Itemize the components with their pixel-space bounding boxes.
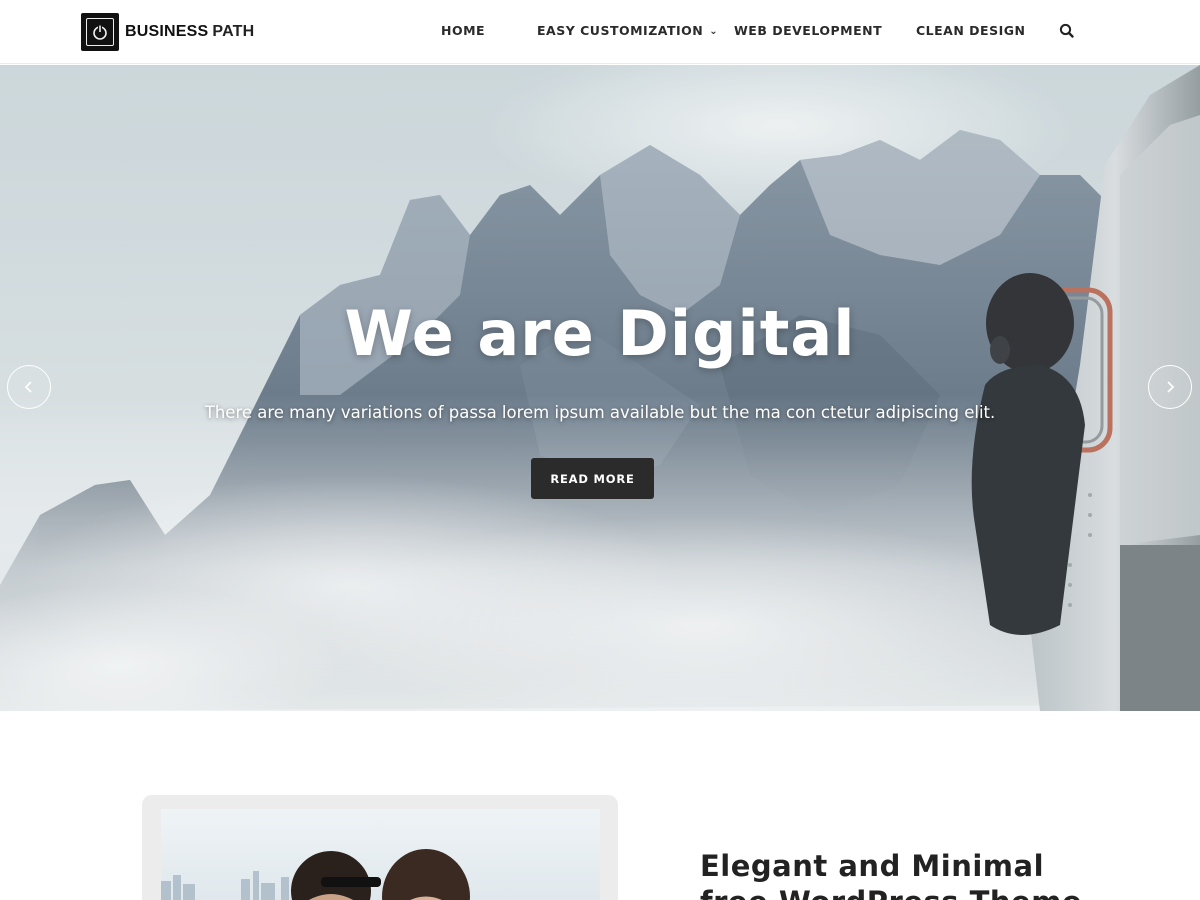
nav-item-easy-customization[interactable]: EASY CUSTOMIZATION ⌄ (537, 23, 718, 38)
feature-image (161, 809, 600, 900)
hero-slider: We are Digital There are many variations… (0, 65, 1200, 711)
chevron-right-icon (1167, 381, 1175, 393)
hero-subtitle: There are many variations of passa lorem… (204, 403, 996, 422)
slider-next-button[interactable] (1148, 365, 1192, 409)
brand-name-rest: PATH (212, 23, 255, 40)
hero-background-image (0, 65, 1200, 711)
nav-item-label: EASY CUSTOMIZATION (537, 23, 704, 38)
chevron-down-icon: ⌄ (709, 26, 719, 37)
hero-title: We are Digital (344, 297, 856, 370)
nav-item-home[interactable]: HOME (441, 23, 485, 38)
slider-prev-button[interactable] (7, 365, 51, 409)
brand-name: BUSINESS PATH (125, 23, 254, 41)
feature-title: Elegant and Minimal free WordPress Theme (700, 849, 1082, 900)
nav-item-web-development[interactable]: WEB DEVELOPMENT (734, 23, 882, 38)
chevron-left-icon (24, 381, 32, 393)
nav-item-clean-design[interactable]: CLEAN DESIGN (916, 23, 1025, 38)
power-logo-icon (81, 13, 119, 51)
brand-logo-link[interactable]: BUSINESS PATH (81, 13, 254, 51)
brand-name-bold: BUSINESS (125, 23, 209, 40)
search-icon[interactable] (1058, 22, 1076, 40)
site-header: BUSINESS PATH HOME EASY CUSTOMIZATION ⌄ W… (0, 0, 1200, 64)
read-more-button[interactable]: READ MORE (531, 458, 654, 499)
